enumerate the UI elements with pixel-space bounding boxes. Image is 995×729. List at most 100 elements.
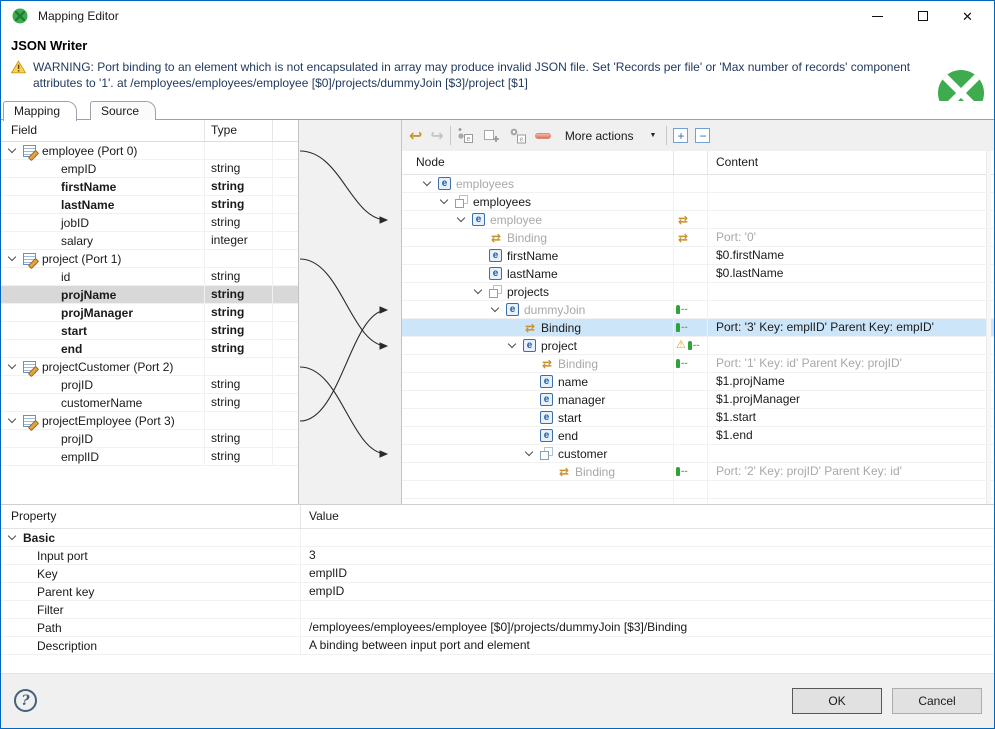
tree-table-header: Node Content [402, 151, 994, 175]
tree-row[interactable]: estart$1.start [402, 409, 994, 427]
property-row[interactable]: Path/employees/employees/employee [$0]/p… [1, 619, 994, 637]
column-header-flags [674, 151, 708, 174]
field-row[interactable]: projectEmployee (Port 3) [1, 412, 298, 430]
property-value[interactable]: empID [301, 583, 994, 600]
column-header-value[interactable]: Value [301, 505, 994, 528]
tree-row[interactable]: projects [402, 283, 994, 301]
field-row[interactable]: project (Port 1) [1, 250, 298, 268]
property-value[interactable] [301, 601, 994, 618]
column-header-property[interactable]: Property [1, 505, 301, 528]
tree-row[interactable]: ⇄Binding--Port: '2' Key: projID' Parent … [402, 463, 994, 481]
property-row[interactable]: DescriptionA binding between input port … [1, 637, 994, 655]
tree-row[interactable]: elastName$0.lastName [402, 265, 994, 283]
maximize-button[interactable] [900, 1, 945, 31]
property-group-row[interactable]: Basic [1, 529, 994, 547]
expand-chevron-icon[interactable] [440, 196, 448, 204]
field-row[interactable]: emplIDstring [1, 448, 298, 466]
binding-arrows-icon: ⇄ [523, 322, 537, 334]
content-cell [708, 337, 994, 354]
field-label: employee (Port 0) [42, 144, 137, 158]
add-element-icon[interactable]: e [457, 127, 474, 144]
property-row[interactable]: Input port3 [1, 547, 994, 565]
tree-row[interactable]: eemployee⇄ [402, 211, 994, 229]
field-row[interactable]: projIDstring [1, 430, 298, 448]
expand-chevron-icon[interactable] [8, 361, 16, 369]
property-row[interactable]: KeyemplID [1, 565, 994, 583]
field-row[interactable]: endstring [1, 340, 298, 358]
minimize-icon [872, 16, 883, 17]
array-icon [489, 285, 502, 298]
expand-chevron-icon[interactable] [8, 253, 16, 261]
field-row[interactable]: projManagerstring [1, 304, 298, 322]
ok-button[interactable]: OK [792, 688, 882, 714]
column-header-field[interactable]: Field [1, 120, 205, 141]
scrollbar-track[interactable] [986, 151, 991, 504]
property-value[interactable]: A binding between input port and element [301, 637, 994, 654]
add-binding-icon[interactable]: e [509, 127, 526, 144]
tree-row[interactable]: customer [402, 445, 994, 463]
expand-chevron-icon[interactable] [491, 304, 499, 312]
tree-row[interactable] [402, 481, 994, 499]
expand-all-button[interactable]: + [673, 128, 688, 143]
filler-cell [273, 286, 298, 303]
expand-chevron-icon[interactable] [8, 415, 16, 423]
field-cell: projManager [1, 304, 205, 321]
flags-cell [674, 175, 708, 192]
tree-row[interactable]: eend$1.end [402, 427, 994, 445]
tree-row[interactable]: ename$1.projName [402, 373, 994, 391]
field-row[interactable]: employee (Port 0) [1, 142, 298, 160]
tree-row[interactable]: employees [402, 193, 994, 211]
column-header-node[interactable]: Node [402, 151, 674, 174]
expand-chevron-icon[interactable] [457, 214, 465, 222]
tree-row[interactable]: ⇄Binding--Port: '3' Key: emplID' Parent … [402, 319, 994, 337]
field-row[interactable]: firstNamestring [1, 178, 298, 196]
close-button[interactable]: ✕ [945, 1, 990, 31]
minimize-button[interactable] [855, 1, 900, 31]
field-row[interactable]: startstring [1, 322, 298, 340]
tab-source[interactable]: Source [90, 101, 156, 120]
collapse-all-button[interactable]: − [695, 128, 710, 143]
field-row[interactable]: projectCustomer (Port 2) [1, 358, 298, 376]
field-row[interactable]: empIDstring [1, 160, 298, 178]
remove-button[interactable] [535, 125, 561, 147]
toolbar-separator [450, 126, 451, 145]
tree-row[interactable]: eproject⚠-- [402, 337, 994, 355]
help-button[interactable]: ? [14, 689, 37, 712]
expand-chevron-icon[interactable] [525, 448, 533, 456]
field-row[interactable]: customerNamestring [1, 394, 298, 412]
property-row[interactable]: Filter [1, 601, 994, 619]
tree-row[interactable]: ⇄Binding⇄Port: '0' [402, 229, 994, 247]
field-row[interactable]: salaryinteger [1, 232, 298, 250]
tree-row[interactable]: eemployees [402, 175, 994, 193]
tab-mapping[interactable]: Mapping [3, 101, 77, 121]
expand-chevron-icon[interactable] [8, 145, 16, 153]
property-value[interactable]: emplID [301, 565, 994, 582]
redo-button[interactable]: ↪ [422, 125, 443, 147]
field-row[interactable]: projNamestring [1, 286, 298, 304]
tree-row[interactable]: efirstName$0.firstName [402, 247, 994, 265]
expand-chevron-icon[interactable] [474, 286, 482, 294]
more-actions-button[interactable]: More actions ▼ [561, 127, 661, 145]
undo-button[interactable]: ↩ [409, 125, 422, 147]
field-row[interactable]: jobIDstring [1, 214, 298, 232]
column-header-content[interactable]: Content [708, 151, 994, 174]
property-value[interactable]: 3 [301, 547, 994, 564]
tree-row[interactable]: edummyJoin-- [402, 301, 994, 319]
expand-chevron-icon[interactable] [8, 532, 16, 540]
type-cell [205, 412, 273, 429]
field-row[interactable]: lastNamestring [1, 196, 298, 214]
add-child-element-icon[interactable] [483, 127, 500, 144]
cancel-button[interactable]: Cancel [892, 688, 982, 714]
field-row[interactable]: projIDstring [1, 376, 298, 394]
column-header-type[interactable]: Type [205, 120, 273, 141]
property-value[interactable]: /employees/employees/employee [$0]/proje… [301, 619, 994, 636]
type-cell: string [205, 214, 273, 231]
expand-chevron-icon[interactable] [423, 178, 431, 186]
field-cell: projectCustomer (Port 2) [1, 358, 205, 375]
expand-chevron-icon[interactable] [508, 340, 516, 348]
property-row[interactable]: Parent keyempID [1, 583, 994, 601]
field-row[interactable]: idstring [1, 268, 298, 286]
filler-cell [273, 448, 298, 465]
tree-row[interactable]: emanager$1.projManager [402, 391, 994, 409]
tree-row[interactable]: ⇄Binding--Port: '1' Key: id' Parent Key:… [402, 355, 994, 373]
